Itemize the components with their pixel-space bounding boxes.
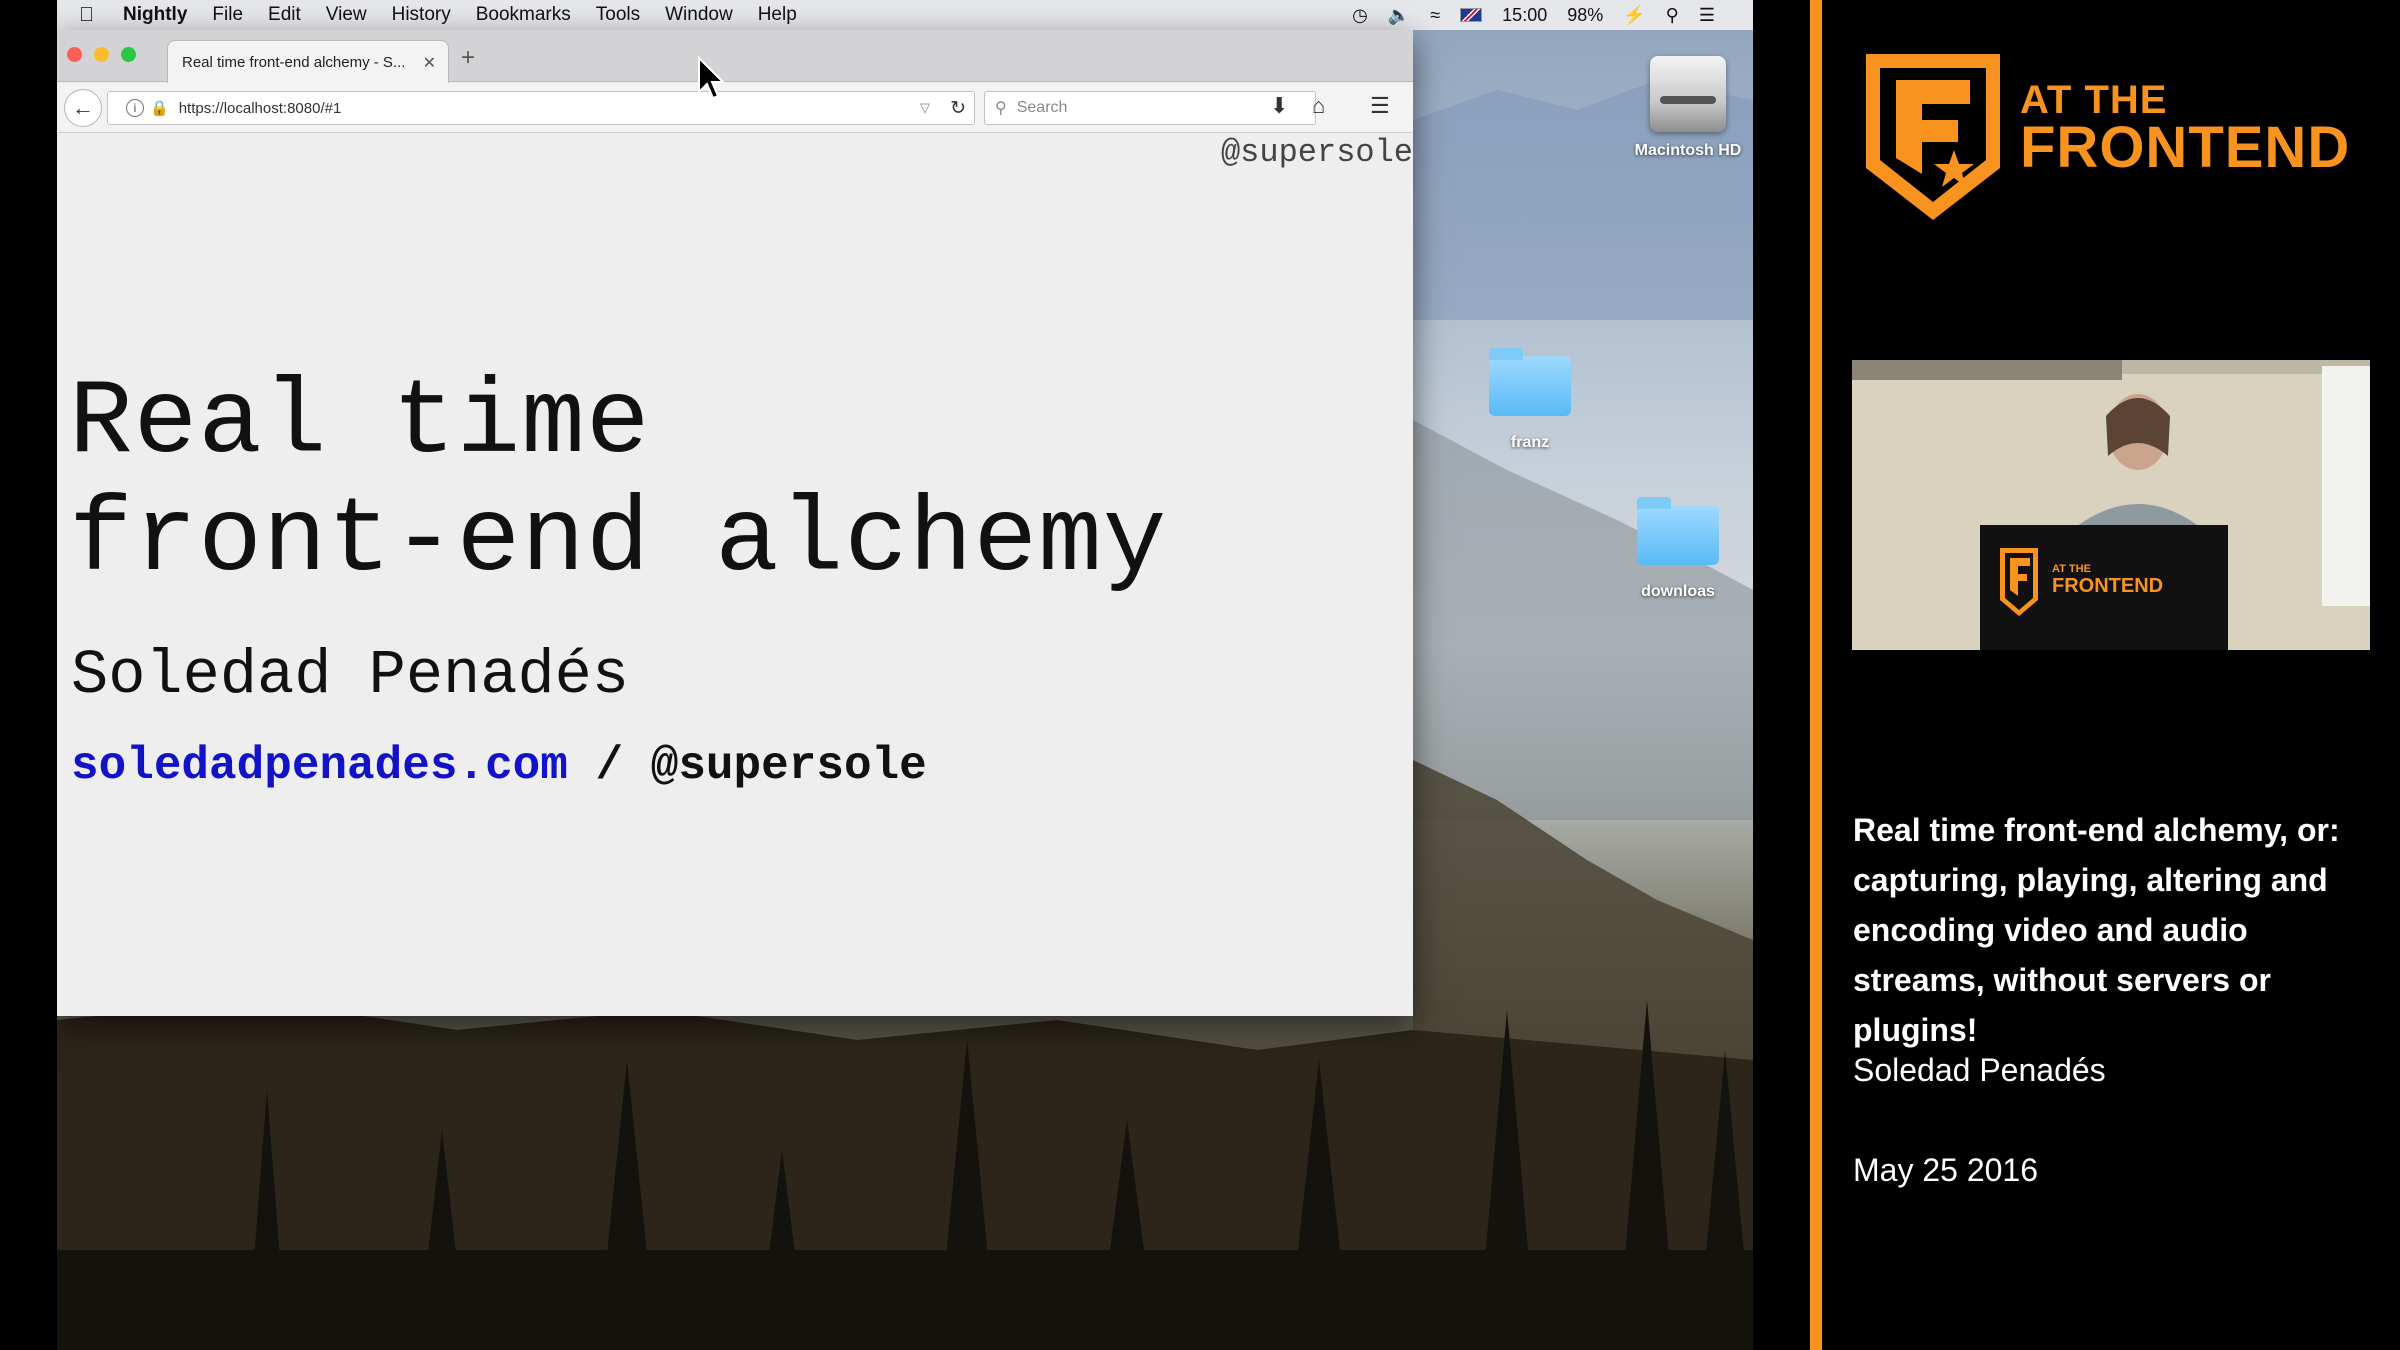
search-placeholder: Search — [1016, 99, 1068, 116]
camera-logo-line1: AT THE — [2052, 563, 2091, 575]
url-text[interactable]: https://localhost:8080/#1 — [179, 100, 342, 117]
slide-links: soledadpenades.com / @supersole — [71, 740, 927, 792]
battery-charging-icon[interactable]: ⚡ — [1623, 6, 1645, 24]
slide-title: Real time front-end alchemy — [69, 364, 1167, 600]
mouse-cursor-icon — [698, 56, 726, 100]
desktop-icon-label: franz — [1510, 434, 1550, 451]
close-window-button[interactable] — [67, 47, 82, 62]
info-icon[interactable]: i — [126, 99, 144, 117]
talk-date: May 25 2016 — [1853, 1152, 2039, 1188]
speaker-video-image: AT THE FRONTEND — [1852, 360, 2370, 650]
insecure-lock-icon[interactable]: 🔒 — [150, 99, 169, 117]
frontend-wordmark: AT THE FRONTEND — [2020, 78, 2351, 180]
desktop-icon-label: Macintosh HD — [1634, 142, 1742, 159]
url-dropdown-icon[interactable]: ▽ — [920, 100, 930, 116]
back-button[interactable]: ← — [64, 89, 102, 127]
tab-bar: Real time front-end alchemy - S... ✕ + — [57, 30, 1413, 83]
reload-icon[interactable]: ↻ — [950, 97, 966, 120]
hamburger-menu-icon[interactable]: ☰ — [1370, 93, 1390, 119]
folder-icon — [1489, 348, 1571, 416]
battery-percent: 98% — [1567, 4, 1604, 25]
menu-edit[interactable]: Edit — [268, 4, 301, 26]
slide-title-line2: front-end alchemy — [69, 481, 1168, 601]
menu-file[interactable]: File — [212, 4, 243, 26]
menu-tools[interactable]: Tools — [596, 4, 640, 26]
volume-icon[interactable]: 🔈 — [1388, 6, 1410, 24]
minimize-window-button[interactable] — [94, 47, 109, 62]
desktop-icon-franz[interactable]: franz — [1480, 348, 1580, 452]
notification-center-icon[interactable]: ☰ — [1699, 6, 1715, 24]
website-link[interactable]: soledadpenades.com — [71, 740, 568, 792]
slide-handle-top: @supersole — [1220, 134, 1413, 171]
menu-window[interactable]: Window — [665, 4, 733, 26]
orange-divider — [1810, 0, 1822, 1350]
home-icon[interactable]: ⌂ — [1312, 93, 1325, 119]
menu-app-name[interactable]: Nightly — [123, 4, 187, 26]
navigation-toolbar: ← i 🔒 https://localhost:8080/#1 ▽ ↻ ⚲ Se… — [57, 83, 1413, 133]
conference-sidebar: AT THE FRONTEND AT THE FRONTEND Real tim… — [1822, 0, 2400, 1350]
menu-history[interactable]: History — [392, 4, 451, 26]
menubar-clock[interactable]: 15:00 — [1502, 5, 1547, 26]
logo-line2: FRONTEND — [2020, 115, 2351, 180]
time-machine-icon[interactable]: ◷ — [1352, 6, 1368, 24]
apple-icon[interactable]:  — [79, 4, 109, 27]
hard-drive-icon — [1650, 56, 1726, 132]
camera-logo-line2: FRONTEND — [2052, 575, 2163, 597]
browser-window: Real time front-end alchemy - S... ✕ + ←… — [57, 30, 1413, 1016]
desktop-icon-label: downloas — [1641, 583, 1715, 600]
menu-bookmarks[interactable]: Bookmarks — [476, 4, 571, 26]
frontend-shield-logo-icon — [1866, 54, 2000, 220]
folder-icon — [1637, 497, 1719, 565]
menu-view[interactable]: View — [326, 4, 367, 26]
search-input[interactable]: ⚲ Search — [984, 91, 1316, 125]
search-icon: ⚲ — [995, 100, 1007, 117]
talk-title: Real time front-end alchemy, or: capturi… — [1853, 812, 2340, 1048]
twitter-handle: @supersole — [650, 740, 927, 792]
back-arrow-icon: ← — [72, 95, 94, 120]
tab-close-icon[interactable]: ✕ — [423, 53, 436, 73]
download-icon[interactable]: ⬇ — [1270, 93, 1288, 119]
logo-line1: AT THE — [2020, 78, 2168, 122]
slide-title-line1: Real time — [69, 363, 651, 483]
talk-speaker: Soledad Penadés — [1853, 1052, 2106, 1088]
new-tab-button[interactable]: + — [461, 44, 475, 72]
input-source-flag-icon[interactable] — [1460, 8, 1483, 22]
tab-title: Real time front-end alchemy - S... — [182, 53, 406, 71]
url-bar[interactable]: i 🔒 https://localhost:8080/#1 ▽ ↻ — [107, 91, 975, 125]
desktop-icon-downloas[interactable]: downloas — [1623, 497, 1733, 601]
spotlight-search-icon[interactable]: ⚲ — [1666, 6, 1679, 24]
slide-separator: / — [567, 740, 651, 792]
speaker-camera-feed: AT THE FRONTEND — [1852, 360, 2370, 650]
tab-active[interactable]: Real time front-end alchemy - S... ✕ — [167, 40, 449, 83]
zoom-window-button[interactable] — [121, 47, 136, 62]
mac-menubar:  Nightly File Edit View History Bookmar… — [57, 0, 1753, 30]
slide-author: Soledad Penadés — [71, 640, 630, 711]
menu-help[interactable]: Help — [758, 4, 797, 26]
page-content: @supersole Real time front-end alchemy S… — [57, 134, 1413, 1016]
desktop-icon-macintosh-hd[interactable]: Macintosh HD — [1623, 56, 1753, 160]
screen-capture:  Nightly File Edit View History Bookmar… — [57, 0, 1753, 1350]
wifi-icon[interactable]: ≈ — [1430, 6, 1440, 24]
